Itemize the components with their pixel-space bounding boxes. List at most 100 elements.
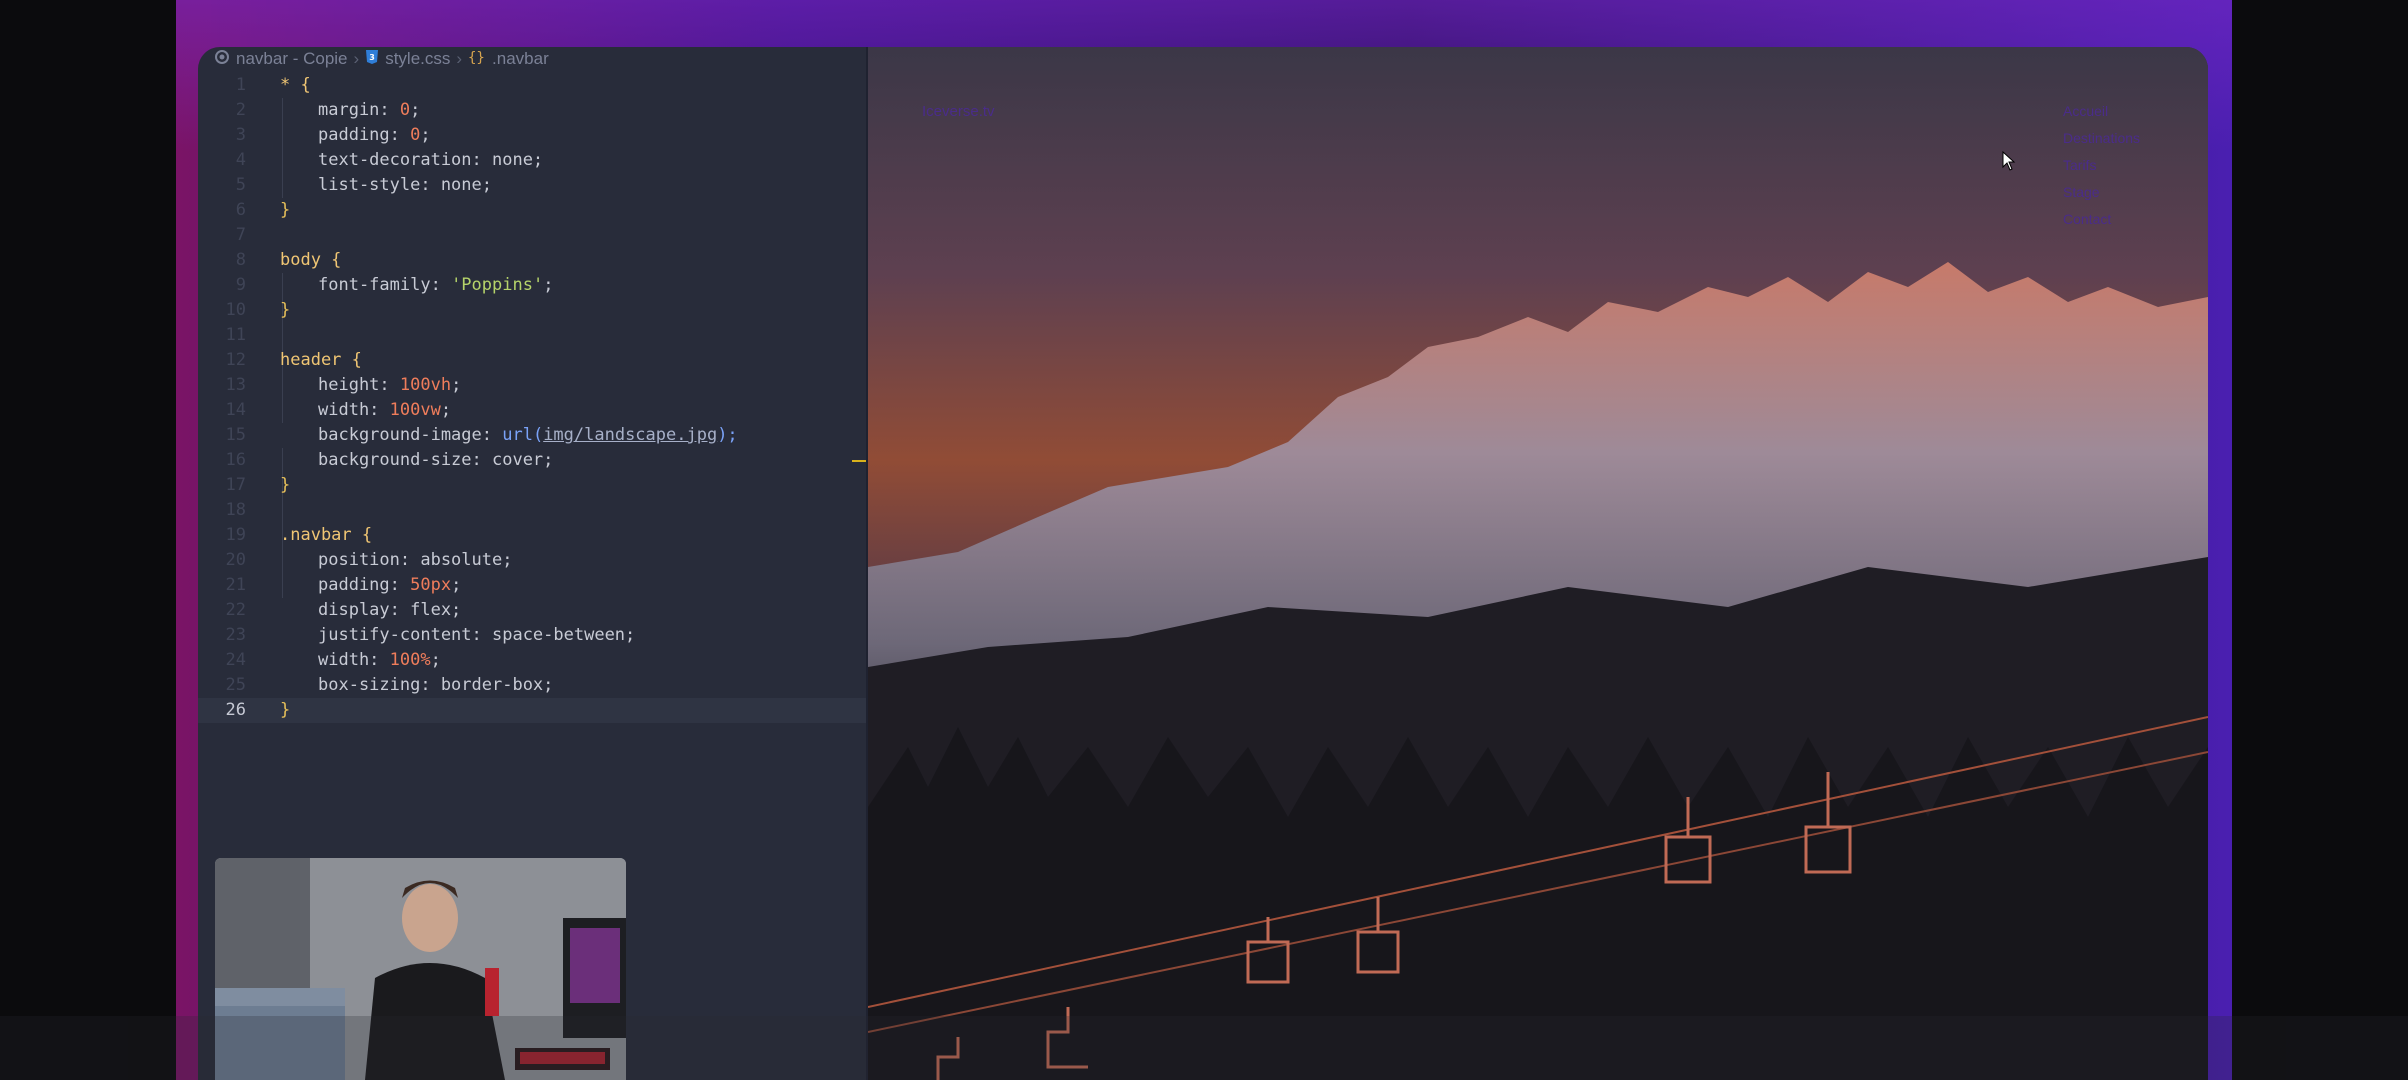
code-function: url( <box>502 425 544 445</box>
code-line[interactable]: 18 <box>198 498 866 523</box>
code-punct: ; <box>410 100 421 120</box>
preview-nav-link[interactable]: Contact <box>2063 211 2140 228</box>
code-line[interactable]: 19 .navbar { <box>198 523 866 548</box>
line-number: 19 <box>225 525 246 545</box>
code-text: display: flex; <box>318 600 462 620</box>
preview-nav-link[interactable]: Accueil <box>2063 103 2140 120</box>
code-line[interactable]: 1 * { <box>198 73 866 98</box>
breadcrumb-folder[interactable]: navbar - Copie <box>236 49 348 69</box>
code-brace: } <box>280 200 291 220</box>
code-property: height: <box>318 375 400 395</box>
svg-text:3: 3 <box>369 53 375 62</box>
webcam-overlay <box>215 858 626 1080</box>
code-line[interactable]: 17} <box>198 473 866 498</box>
chevron-right-icon: › <box>353 49 360 68</box>
code-line[interactable]: 8 body { <box>198 248 866 273</box>
code-value: 50px <box>410 575 452 595</box>
code-property: width: <box>318 650 390 670</box>
code-selector: header { <box>280 350 362 370</box>
code-line[interactable]: 10} <box>198 298 866 323</box>
line-number: 23 <box>225 625 246 645</box>
landscape-image <box>868 47 2208 1080</box>
code-line[interactable]: 24 width: 100%; <box>198 648 866 673</box>
code-line[interactable]: 21 padding: 50px; <box>198 573 866 598</box>
code-line[interactable]: 5 list-style: none; <box>198 173 866 198</box>
line-number: 13 <box>225 375 246 395</box>
line-number: 24 <box>225 650 246 670</box>
preview-nav-link[interactable]: Destinations <box>2063 130 2140 147</box>
code-text: list-style: none; <box>318 175 492 195</box>
preview-logo[interactable]: Iceverse.tv <box>922 103 995 120</box>
folder-circle-icon <box>214 49 230 70</box>
breadcrumb-file[interactable]: style.css <box>385 49 450 69</box>
line-number: 3 <box>235 125 246 145</box>
line-number: 8 <box>235 250 246 270</box>
code-text: text-decoration: none; <box>318 150 544 170</box>
breadcrumb-symbol[interactable]: .navbar <box>492 49 549 69</box>
line-number: 7 <box>235 225 246 245</box>
code-value: 100vh <box>399 375 452 395</box>
browser-preview[interactable]: Iceverse.tv Accueil Destinations Tarifs … <box>868 47 2208 1080</box>
code-line[interactable]: 14 width: 100vw; <box>198 398 866 423</box>
breadcrumb: navbar - Copie › 3 style.css › {} .navba… <box>198 47 882 71</box>
code-value: 0 <box>399 100 411 120</box>
line-number: 16 <box>225 450 246 470</box>
line-number: 18 <box>225 500 246 520</box>
line-number: 17 <box>225 475 246 495</box>
code-property: margin: <box>318 100 400 120</box>
code-line[interactable]: 6} <box>198 198 866 223</box>
code-line[interactable]: 16 background-size: cover; <box>198 448 866 473</box>
code-line[interactable]: 11 <box>198 323 866 348</box>
code-url-link[interactable]: img/landscape.jpg <box>543 425 717 445</box>
code-property: width: <box>318 400 390 420</box>
line-number: 5 <box>235 175 246 195</box>
mouse-cursor-icon <box>2002 150 2016 175</box>
code-property: padding: <box>318 575 411 595</box>
code-punct: ; <box>543 275 554 295</box>
line-number: 12 <box>225 350 246 370</box>
code-text: position: absolute; <box>318 550 513 570</box>
code-value: 100vw <box>389 400 441 420</box>
code-line[interactable]: 13 height: 100vh; <box>198 373 866 398</box>
svg-text:{}: {} <box>468 50 485 65</box>
code-line[interactable]: 7 <box>198 223 866 248</box>
code-property: font-family: <box>318 275 452 295</box>
css-file-icon: 3 <box>365 49 379 69</box>
code-text: background-size: cover; <box>318 450 554 470</box>
code-line-active[interactable]: 26} <box>198 698 866 723</box>
line-number: 26 <box>225 700 246 720</box>
minimap-marker <box>852 460 866 462</box>
code-brace: } <box>280 700 291 720</box>
line-number: 15 <box>225 425 246 445</box>
line-number: 21 <box>225 575 246 595</box>
code-line[interactable]: 9 font-family: 'Poppins'; <box>198 273 866 298</box>
code-line[interactable]: 2 margin: 0; <box>198 98 866 123</box>
code-line[interactable]: 22 display: flex; <box>198 598 866 623</box>
code-line[interactable]: 20 position: absolute; <box>198 548 866 573</box>
code-string: 'Poppins' <box>451 275 544 295</box>
line-number: 10 <box>225 300 246 320</box>
code-punct: ; <box>451 375 462 395</box>
webcam-image <box>215 858 626 1080</box>
code-line[interactable]: 3 padding: 0; <box>198 123 866 148</box>
code-selector: body { <box>280 250 342 270</box>
line-number: 25 <box>225 675 246 695</box>
code-line[interactable]: 4 text-decoration: none; <box>198 148 866 173</box>
line-number: 1 <box>235 75 246 95</box>
code-line[interactable]: 12 header { <box>198 348 866 373</box>
code-selector: * { <box>280 75 311 95</box>
code-text: justify-content: space-between; <box>318 625 636 645</box>
code-line[interactable]: 23 justify-content: space-between; <box>198 623 866 648</box>
preview-nav-link[interactable]: Tarifs <box>2063 157 2140 174</box>
code-punct: ; <box>440 400 452 420</box>
code-line[interactable]: 25 box-sizing: border-box; <box>198 673 866 698</box>
preview-nav-link[interactable]: Stage <box>2063 184 2140 201</box>
line-number: 14 <box>225 400 246 420</box>
code-property: padding: <box>318 125 411 145</box>
code-punct: ; <box>430 650 441 670</box>
code-punct: ; <box>420 125 431 145</box>
code-line[interactable]: 15 background-image: url(img/landscape.jp… <box>198 423 866 448</box>
line-number: 2 <box>235 100 246 120</box>
chevron-right-icon: › <box>456 49 463 68</box>
code-brace: } <box>280 300 291 320</box>
